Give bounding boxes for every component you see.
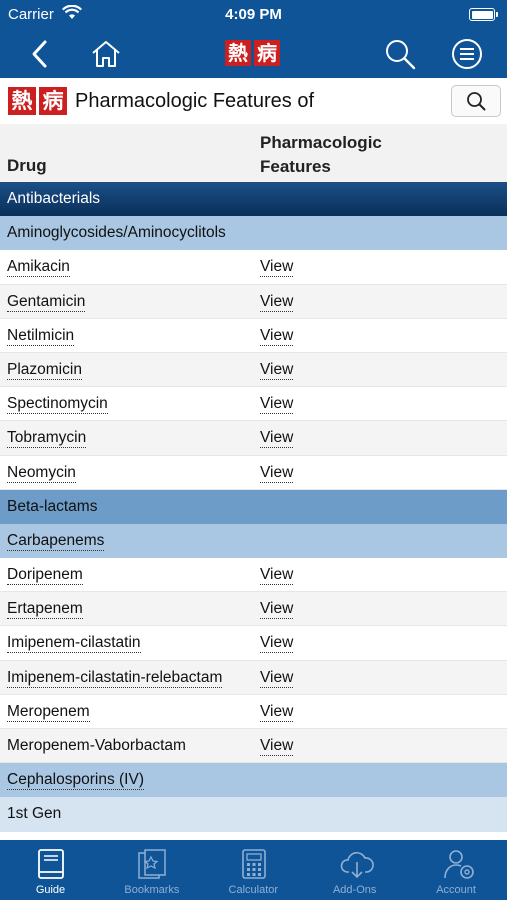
drug-name-link[interactable]: Netilmicin: [7, 327, 75, 346]
home-button[interactable]: [88, 36, 124, 72]
table-row[interactable]: Doripenem View: [0, 558, 507, 593]
column-header-drug: Drug: [7, 156, 47, 175]
tab-calculator[interactable]: Calculator: [203, 840, 304, 900]
tab-account[interactable]: Account: [406, 840, 507, 900]
drug-name-link[interactable]: Gentamicin: [7, 293, 86, 312]
view-link[interactable]: View: [260, 327, 294, 346]
table-row[interactable]: Tobramycin View: [0, 421, 507, 456]
drug-name-link[interactable]: Spectinomycin: [7, 395, 108, 415]
account-gear-icon: [442, 848, 474, 880]
category-header: Beta-lactams: [0, 489, 507, 524]
search-button[interactable]: [382, 36, 418, 72]
tab-bookmarks[interactable]: Bookmarks: [101, 840, 202, 900]
view-link[interactable]: View: [260, 669, 294, 688]
view-link[interactable]: View: [260, 703, 294, 722]
bookmarks-icon: [137, 848, 167, 880]
drug-name-link[interactable]: Meropenem: [7, 703, 90, 722]
tab-label: Add-Ons: [332, 884, 377, 896]
tab-add-ons[interactable]: Add-Ons: [304, 840, 405, 900]
category-header: Antibacterials: [0, 182, 507, 217]
drug-name-link[interactable]: Amikacin: [7, 258, 70, 278]
category-label[interactable]: Carbapenems: [7, 532, 105, 551]
menu-button[interactable]: [449, 36, 485, 72]
drug-table: Antibacterials Aminoglycosides/Aminocycli…: [0, 182, 507, 832]
page-title: Pharmacologic Features of: [75, 90, 315, 112]
table-row[interactable]: Meropenem View: [0, 695, 507, 729]
chevron-left-icon: [32, 40, 47, 68]
tab-label: Guide: [35, 884, 66, 896]
home-icon: [92, 41, 120, 67]
category-header: Cephalosporins (IV): [0, 763, 507, 798]
search-icon: [467, 92, 486, 111]
page-header: 熱病 Pharmacologic Features of: [0, 78, 507, 124]
page-search-button[interactable]: [451, 85, 501, 117]
view-link[interactable]: View: [260, 361, 294, 380]
battery-icon: [469, 8, 498, 21]
view-link[interactable]: View: [260, 566, 294, 586]
hamburger-menu-icon: [452, 39, 482, 69]
back-button[interactable]: [22, 36, 58, 72]
view-link[interactable]: View: [260, 293, 294, 312]
drug-name-link[interactable]: Ertapenem: [7, 600, 83, 620]
drug-name-link[interactable]: Plazomicin: [7, 361, 82, 380]
table-row[interactable]: Ertapenem View: [0, 592, 507, 627]
tab-label: Account: [436, 884, 476, 896]
view-link[interactable]: View: [260, 258, 294, 278]
table-row[interactable]: Netilmicin View: [0, 319, 507, 353]
table-row[interactable]: Imipenem-cilastatin View: [0, 626, 507, 661]
search-icon: [386, 40, 416, 70]
category-label: 1st Gen: [7, 805, 62, 823]
table-row[interactable]: Imipenem-cilastatin-relebactam View: [0, 660, 507, 695]
category-label: Antibacterials: [7, 190, 101, 207]
status-bar: Carrier 4:09 PM: [0, 0, 507, 30]
category-label[interactable]: Cephalosporins (IV): [7, 771, 144, 791]
drug-name-link[interactable]: Doripenem: [7, 566, 83, 586]
clock: 4:09 PM: [225, 6, 282, 23]
view-link[interactable]: View: [260, 395, 294, 415]
app-logo: 熱病: [225, 40, 280, 66]
category-header: Aminoglycosides/Aminocyclitols: [0, 216, 507, 251]
table-row[interactable]: Gentamicin View: [0, 284, 507, 319]
tab-guide[interactable]: Guide: [0, 840, 101, 900]
table-row[interactable]: Spectinomycin View: [0, 387, 507, 422]
calculator-icon: [239, 848, 269, 880]
table-header: Drug Pharmacologic Features: [0, 124, 507, 182]
category-label: Beta-lactams: [7, 497, 98, 515]
category-header: Carbapenems: [0, 523, 507, 559]
drug-name-link[interactable]: Tobramycin: [7, 429, 87, 449]
drug-name-link[interactable]: Meropenem-Vaborbactam: [7, 737, 186, 755]
tab-label: Calculator: [228, 884, 279, 896]
view-link[interactable]: View: [260, 600, 294, 620]
category-header: 1st Gen: [0, 797, 507, 832]
nav-bar: 熱病: [0, 30, 507, 78]
table-row[interactable]: Neomycin View: [0, 456, 507, 490]
view-link[interactable]: View: [260, 464, 294, 483]
tab-label: Bookmarks: [124, 884, 180, 896]
view-link[interactable]: View: [260, 737, 294, 756]
category-label: Aminoglycosides/Aminocyclitols: [7, 224, 226, 242]
table-row[interactable]: Meropenem-Vaborbactam View: [0, 729, 507, 764]
view-link[interactable]: View: [260, 634, 294, 654]
drug-name-link[interactable]: Imipenem-cilastatin: [7, 634, 141, 654]
column-header-features: Pharmacologic Features: [260, 133, 382, 176]
drug-name-link[interactable]: Neomycin: [7, 464, 76, 483]
tab-bar: Guide Bookmarks Calculator Add-Ons Account: [0, 840, 507, 900]
drug-name-link[interactable]: Imipenem-cilastatin-relebactam: [7, 669, 223, 688]
view-link[interactable]: View: [260, 429, 294, 449]
table-row[interactable]: Amikacin View: [0, 250, 507, 285]
book-icon: [36, 848, 66, 880]
cloud-download-icon: [340, 848, 375, 880]
header-logo: 熱病: [8, 87, 67, 115]
table-row[interactable]: Plazomicin View: [0, 352, 507, 388]
